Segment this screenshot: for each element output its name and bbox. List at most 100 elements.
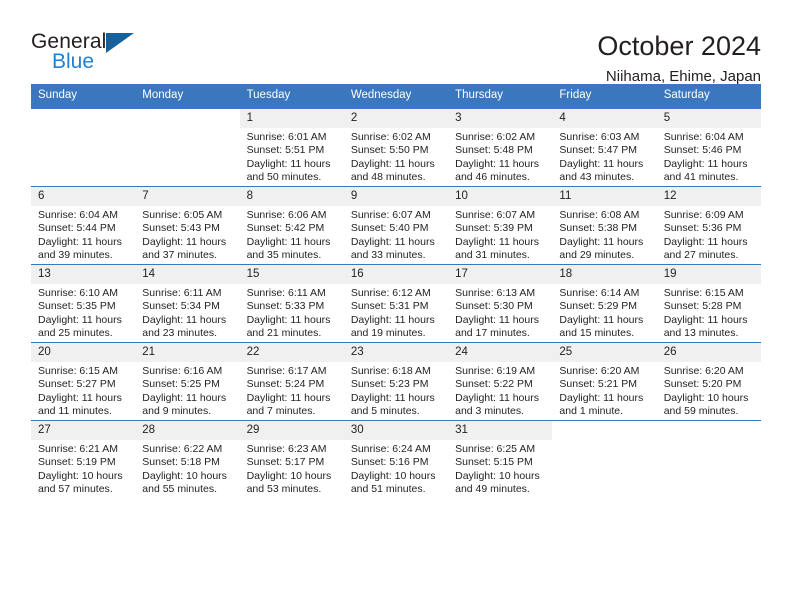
calendar-day-cell[interactable]: 22 Sunrise: 6:17 AM Sunset: 5:24 PM Dayligh… [239,342,344,421]
calendar-day-cell[interactable]: 25 Sunrise: 6:20 AM Sunset: 5:21 PM Dayligh… [552,342,657,421]
logo-text-blue: Blue [52,50,95,73]
sunrise-text: Sunrise: 6:07 AM [455,209,536,221]
calendar-day-cell[interactable]: 9 Sunrise: 6:07 AM Sunset: 5:40 PM Daylight… [343,186,449,265]
day-number: 12 [656,187,761,206]
calendar-day-cell[interactable]: 14 Sunrise: 6:11 AM Sunset: 5:34 PM Dayligh… [135,264,240,343]
day-sun-info: Sunrise: 6:17 AM Sunset: 5:24 PM Daylight:… [240,362,344,419]
calendar-day-cell[interactable]: 2 Sunrise: 6:02 AM Sunset: 5:50 PM Daylight… [343,108,449,187]
daylight-text: Daylight: 11 hours and 7 minutes. [246,391,331,418]
daylight-text: Daylight: 11 hours and 25 minutes. [38,313,122,340]
sunrise-text: Sunrise: 6:05 AM [142,209,223,221]
daylight-text: Daylight: 10 hours and 55 minutes. [142,469,227,496]
day-number: 30 [343,421,449,440]
sunset-text: Sunset: 5:34 PM [142,300,220,313]
calendar-empty-cell [31,108,136,187]
day-sun-info: Sunrise: 6:20 AM Sunset: 5:20 PM Daylight:… [657,362,761,419]
calendar-week-row: 27 Sunrise: 6:21 AM Sunset: 5:19 PM Dayligh… [31,420,761,498]
sunrise-text: Sunrise: 6:08 AM [559,209,640,221]
calendar-day-cell[interactable]: 27 Sunrise: 6:21 AM Sunset: 5:19 PM Dayligh… [31,420,136,498]
calendar-day-cell[interactable]: 21 Sunrise: 6:16 AM Sunset: 5:25 PM Dayligh… [135,342,240,421]
calendar-day-cell[interactable]: 18 Sunrise: 6:14 AM Sunset: 5:29 PM Dayligh… [552,264,657,343]
day-number: 14 [135,265,240,284]
day-number: 26 [656,343,761,362]
calendar-day-cell[interactable]: 20 Sunrise: 6:15 AM Sunset: 5:27 PM Dayligh… [31,342,136,421]
sunrise-text: Sunrise: 6:20 AM [559,365,640,377]
day-number [135,109,240,128]
calendar-day-cell[interactable]: 19 Sunrise: 6:15 AM Sunset: 5:28 PM Dayligh… [656,264,761,343]
daylight-text: Daylight: 11 hours and 13 minutes. [663,313,748,340]
day-sun-info: Sunrise: 6:23 AM Sunset: 5:17 PM Daylight:… [240,440,344,497]
day-number: 31 [448,421,553,440]
sunset-text: Sunset: 5:30 PM [455,300,533,313]
general-blue-logo: General Blue [31,30,141,76]
calendar-week-row: 1 Sunrise: 6:01 AM Sunset: 5:51 PM Daylight… [31,108,761,187]
daylight-text: Daylight: 11 hours and 3 minutes. [455,391,539,418]
calendar-day-cell[interactable]: 30 Sunrise: 6:24 AM Sunset: 5:16 PM Dayligh… [343,420,449,498]
calendar-day-cell[interactable]: 31 Sunrise: 6:25 AM Sunset: 5:15 PM Dayligh… [448,420,553,498]
day-sun-info: Sunrise: 6:12 AM Sunset: 5:31 PM Daylight:… [344,284,448,341]
calendar-day-cell[interactable]: 24 Sunrise: 6:19 AM Sunset: 5:22 PM Dayligh… [448,342,553,421]
day-sun-info: Sunrise: 6:01 AM Sunset: 5:51 PM Daylight:… [240,128,344,185]
day-number: 10 [448,187,553,206]
sunset-text: Sunset: 5:36 PM [663,222,742,235]
day-number: 23 [343,343,449,362]
sunrise-text: Sunrise: 6:07 AM [350,209,431,221]
calendar-day-cell[interactable]: 15 Sunrise: 6:11 AM Sunset: 5:33 PM Dayligh… [239,264,344,343]
daylight-text: Daylight: 10 hours and 51 minutes. [350,469,436,496]
day-number: 15 [239,265,344,284]
sunset-text: Sunset: 5:38 PM [559,222,638,235]
sunrise-text: Sunrise: 6:13 AM [455,287,536,299]
sunrise-text: Sunrise: 6:22 AM [142,443,223,455]
calendar-day-cell[interactable]: 1 Sunrise: 6:01 AM Sunset: 5:51 PM Daylight… [239,108,344,187]
daylight-text: Daylight: 10 hours and 53 minutes. [246,469,332,496]
calendar-day-cell[interactable]: 23 Sunrise: 6:18 AM Sunset: 5:23 PM Dayligh… [343,342,449,421]
day-number: 8 [239,187,344,206]
calendar-empty-cell [656,420,761,498]
day-number: 6 [31,187,136,206]
calendar-day-cell[interactable]: 10 Sunrise: 6:07 AM Sunset: 5:39 PM Dayligh… [448,186,553,265]
calendar-day-cell[interactable]: 6 Sunrise: 6:04 AM Sunset: 5:44 PM Daylight… [31,186,136,265]
calendar-table: Sunday Monday Tuesday Wednesday Thursday… [31,84,761,498]
sunrise-text: Sunrise: 6:19 AM [455,365,536,377]
day-sun-info: Sunrise: 6:07 AM Sunset: 5:40 PM Daylight:… [344,206,448,263]
calendar-day-cell[interactable]: 11 Sunrise: 6:08 AM Sunset: 5:38 PM Dayligh… [552,186,657,265]
daylight-text: Daylight: 11 hours and 23 minutes. [142,313,227,340]
calendar-day-cell[interactable]: 8 Sunrise: 6:06 AM Sunset: 5:42 PM Daylight… [239,186,344,265]
daylight-text: Daylight: 11 hours and 46 minutes. [455,157,539,184]
sunset-text: Sunset: 5:31 PM [350,300,429,313]
calendar-week-row: 6 Sunrise: 6:04 AM Sunset: 5:44 PM Daylight… [31,186,761,265]
calendar-day-cell[interactable]: 26 Sunrise: 6:20 AM Sunset: 5:20 PM Dayligh… [656,342,761,421]
calendar-day-cell[interactable]: 16 Sunrise: 6:12 AM Sunset: 5:31 PM Dayligh… [343,264,449,343]
calendar-week-row: 20 Sunrise: 6:15 AM Sunset: 5:27 PM Dayligh… [31,342,761,421]
day-sun-info: Sunrise: 6:04 AM Sunset: 5:46 PM Daylight:… [657,128,761,185]
sunrise-text: Sunrise: 6:12 AM [350,287,431,299]
calendar-day-cell[interactable]: 17 Sunrise: 6:13 AM Sunset: 5:30 PM Dayligh… [448,264,553,343]
day-sun-info: Sunrise: 6:21 AM Sunset: 5:19 PM Daylight:… [31,440,135,497]
sunrise-text: Sunrise: 6:04 AM [38,209,118,221]
day-sun-info: Sunrise: 6:06 AM Sunset: 5:42 PM Daylight:… [240,206,344,263]
page-subtitle: Niihama, Ehime, Japan [605,68,761,85]
calendar-body: 1 Sunrise: 6:01 AM Sunset: 5:51 PM Daylight… [31,108,761,498]
day-number: 20 [31,343,136,362]
calendar-day-cell[interactable]: 3 Sunrise: 6:02 AM Sunset: 5:48 PM Daylight… [448,108,553,187]
calendar-day-cell[interactable]: 7 Sunrise: 6:05 AM Sunset: 5:43 PM Daylight… [135,186,240,265]
calendar-week-row: 13 Sunrise: 6:10 AM Sunset: 5:35 PM Dayligh… [31,264,761,343]
calendar-day-cell[interactable]: 12 Sunrise: 6:09 AM Sunset: 5:36 PM Dayligh… [656,186,761,265]
sunset-text: Sunset: 5:40 PM [350,222,429,235]
calendar-day-cell[interactable]: 28 Sunrise: 6:22 AM Sunset: 5:18 PM Dayligh… [135,420,240,498]
sunset-text: Sunset: 5:44 PM [38,222,116,235]
calendar-day-cell[interactable]: 29 Sunrise: 6:23 AM Sunset: 5:17 PM Dayligh… [239,420,344,498]
day-number: 2 [343,109,449,128]
daylight-text: Daylight: 11 hours and 41 minutes. [663,157,748,184]
sunrise-text: Sunrise: 6:25 AM [455,443,536,455]
calendar-empty-cell [552,420,657,498]
triangle-icon [106,33,134,53]
day-sun-info: Sunrise: 6:18 AM Sunset: 5:23 PM Daylight:… [344,362,448,419]
calendar-day-cell[interactable]: 13 Sunrise: 6:10 AM Sunset: 5:35 PM Dayligh… [31,264,136,343]
calendar-day-cell[interactable]: 5 Sunrise: 6:04 AM Sunset: 5:46 PM Daylight… [656,108,761,187]
calendar-day-cell[interactable]: 4 Sunrise: 6:03 AM Sunset: 5:47 PM Daylight… [552,108,657,187]
sunset-text: Sunset: 5:47 PM [559,144,638,157]
daylight-text: Daylight: 11 hours and 33 minutes. [350,235,435,262]
sunset-text: Sunset: 5:27 PM [38,378,116,391]
day-number: 24 [448,343,553,362]
